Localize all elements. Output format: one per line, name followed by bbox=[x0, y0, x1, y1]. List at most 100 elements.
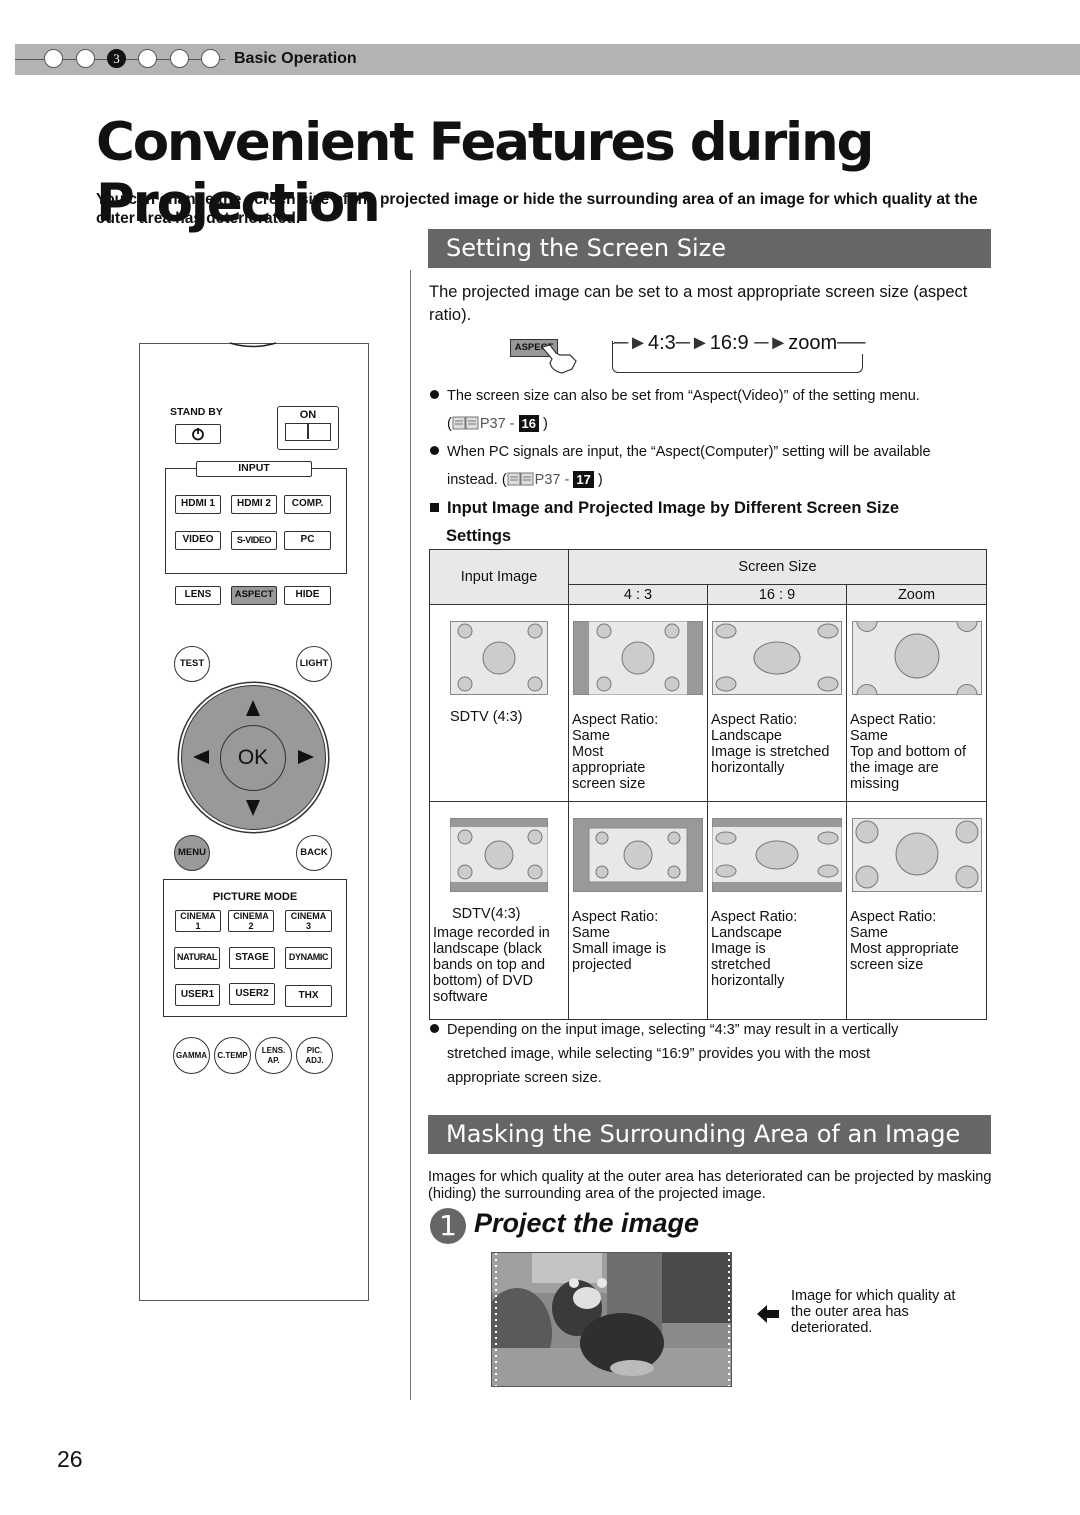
table-row: SDTV (4:3) Aspect Ratio: Same Most appro… bbox=[429, 604, 987, 802]
footnote-line-3: appropriate screen size. bbox=[447, 1070, 602, 1086]
footnote-line-1: Depending on the input image, selecting … bbox=[447, 1022, 899, 1038]
cell-description: Aspect Ratio: Same Most appropriate scre… bbox=[572, 712, 659, 792]
aspect-button-highlighted[interactable]: ASPECT bbox=[231, 586, 277, 605]
standby-label: STAND BY bbox=[170, 406, 223, 418]
input-group bbox=[165, 468, 347, 574]
screen-size-table: Input Image Screen Size 4 : 3 16 : 9 Zoo… bbox=[429, 549, 987, 1020]
left-arrow-icon[interactable] bbox=[193, 750, 209, 764]
pointing-hand-icon bbox=[540, 344, 577, 374]
video-button[interactable]: VIDEO bbox=[175, 531, 221, 550]
section-label: Basic Operation bbox=[234, 50, 357, 67]
item-number-badge: 16 bbox=[518, 415, 540, 432]
on-button[interactable]: ON bbox=[277, 406, 339, 450]
intro-text: You can change the screen size of the pr… bbox=[96, 191, 978, 227]
subheading-line-2: Settings bbox=[446, 527, 512, 545]
hide-button[interactable]: HIDE bbox=[284, 586, 331, 605]
section-heading-screen-size: Setting the Screen Size bbox=[428, 229, 991, 268]
cinema1-button[interactable]: CINEMA 1 bbox=[175, 910, 221, 932]
cell-description: Aspect Ratio: Same Top and bottom of the… bbox=[850, 712, 967, 792]
footnote-aspect: Depending on the input image, selecting … bbox=[430, 1018, 990, 1090]
svideo-button[interactable]: S-VIDEO bbox=[231, 531, 277, 550]
projected-4-3-thumbnail bbox=[573, 621, 703, 695]
hdmi1-button[interactable]: HDMI 1 bbox=[175, 495, 221, 514]
ok-button[interactable]: OK bbox=[220, 725, 286, 791]
chapter-dot-1 bbox=[44, 49, 63, 68]
gamma-button[interactable]: GAMMA bbox=[173, 1037, 210, 1074]
thx-button[interactable]: THX bbox=[285, 985, 332, 1007]
menu-button[interactable]: MENU bbox=[174, 835, 210, 871]
natural-button[interactable]: NATURAL bbox=[174, 947, 220, 969]
cell-description: Aspect Ratio: Landscape Image is stretch… bbox=[711, 712, 830, 776]
standby-button[interactable] bbox=[175, 424, 221, 444]
cycle-item-16-9: 16:9 bbox=[709, 332, 749, 354]
page-number: 26 bbox=[57, 1446, 83, 1472]
stage-button[interactable]: STAGE bbox=[229, 947, 275, 969]
cinema2-button[interactable]: CINEMA 2 bbox=[228, 910, 274, 932]
picture-mode-label: PICTURE MODE bbox=[212, 891, 298, 903]
on-switch-icon bbox=[285, 423, 331, 441]
cycle-item-zoom: zoom bbox=[788, 332, 838, 354]
masking-description: Images for which quality at the outer ar… bbox=[428, 1169, 992, 1202]
comp-button[interactable]: COMP. bbox=[284, 495, 331, 514]
book-reference-icon bbox=[452, 416, 479, 430]
input-label: SDTV(4:3) bbox=[452, 906, 521, 922]
hdmi2-button[interactable]: HDMI 2 bbox=[231, 495, 277, 514]
screen-size-description: The projected image can be set to a most… bbox=[429, 283, 968, 324]
chapter-dot-4 bbox=[138, 49, 157, 68]
table-row: SDTV(4:3) Image recorded in landscape (b… bbox=[429, 801, 987, 1020]
bullet-icon bbox=[430, 446, 439, 455]
lens-button[interactable]: LENS bbox=[175, 586, 221, 605]
test-button[interactable]: TEST bbox=[174, 646, 210, 682]
photo-annotation: Image for which quality at the outer are… bbox=[791, 1288, 956, 1336]
square-bullet-icon bbox=[430, 503, 439, 512]
page-reference[interactable]: P37 - bbox=[480, 416, 515, 432]
cinema3-button[interactable]: CINEMA 3 bbox=[285, 910, 332, 932]
dynamic-button[interactable]: DYNAMIC bbox=[285, 947, 332, 969]
cell-description: Aspect Ratio: Same Small image is projec… bbox=[572, 909, 667, 973]
column-header-screen-size: Screen Size bbox=[568, 549, 987, 585]
table-cell: Aspect Ratio: Same Top and bottom of the… bbox=[846, 604, 987, 802]
on-label: ON bbox=[299, 409, 317, 421]
step-title: Project the image bbox=[474, 1208, 700, 1238]
column-header-16-9: 16 : 9 bbox=[707, 584, 847, 605]
pc-button[interactable]: PC bbox=[284, 531, 331, 550]
aspect-cycle: ─►4:3─►16:9 ─►zoom── bbox=[612, 332, 866, 354]
note-text-continued: instead. ( bbox=[447, 472, 507, 488]
input-image-letterbox-thumbnail bbox=[450, 818, 548, 892]
book-reference-icon bbox=[507, 472, 534, 486]
table-cell: Aspect Ratio: Same Most appropriate scre… bbox=[568, 604, 708, 802]
column-header-input-image: Input Image bbox=[429, 549, 569, 605]
photo-illustration bbox=[492, 1253, 731, 1386]
user2-button[interactable]: USER2 bbox=[229, 983, 275, 1005]
subheading-line-1: Input Image and Projected Image by Diffe… bbox=[447, 499, 900, 517]
input-label: SDTV (4:3) bbox=[450, 709, 523, 725]
table-cell: Aspect Ratio: Landscape Image is stretch… bbox=[707, 604, 847, 802]
lens-aperture-button[interactable]: LENS. AP. bbox=[255, 1037, 292, 1074]
remote-control-diagram: STAND BY ON INPUT HDMI 1 HDMI 2 COMP. VI… bbox=[139, 342, 369, 1301]
user1-button[interactable]: USER1 bbox=[175, 984, 220, 1006]
ctemp-button[interactable]: C.TEMP bbox=[214, 1037, 251, 1074]
chapter-dot-2 bbox=[76, 49, 95, 68]
section-heading-masking: Masking the Surrounding Area of an Image bbox=[428, 1115, 991, 1154]
up-arrow-icon[interactable] bbox=[246, 700, 260, 716]
item-number-badge: 17 bbox=[573, 471, 594, 488]
table-cell: SDTV (4:3) bbox=[429, 604, 569, 802]
down-arrow-icon[interactable] bbox=[246, 800, 260, 816]
right-arrow-icon[interactable] bbox=[298, 750, 314, 764]
table-subheading: Input Image and Projected Image by Diffe… bbox=[430, 494, 970, 550]
back-button[interactable]: BACK bbox=[296, 835, 332, 871]
input-description: Image recorded in landscape (black bands… bbox=[433, 925, 550, 1005]
red-panda-photo bbox=[491, 1252, 732, 1387]
page-reference[interactable]: P37 - bbox=[535, 472, 570, 488]
picture-adjust-button[interactable]: PIC. ADJ. bbox=[296, 1037, 333, 1074]
light-button[interactable]: LIGHT bbox=[296, 646, 332, 682]
projected-16-9-letterbox-thumbnail bbox=[712, 818, 842, 892]
note-aspect-computer: When PC signals are input, the “Aspect(C… bbox=[430, 438, 990, 494]
chapter-dot-3-active: 3 bbox=[107, 49, 126, 68]
arrow-left-icon bbox=[757, 1305, 779, 1323]
cell-description: Aspect Ratio: Same Most appropriate scre… bbox=[850, 909, 959, 973]
cycle-item-4-3: 4:3 bbox=[647, 332, 676, 354]
chapter-dot-6 bbox=[201, 49, 220, 68]
table-cell: Aspect Ratio: Same Most appropriate scre… bbox=[846, 801, 987, 1020]
table-cell: SDTV(4:3) Image recorded in landscape (b… bbox=[429, 801, 569, 1020]
